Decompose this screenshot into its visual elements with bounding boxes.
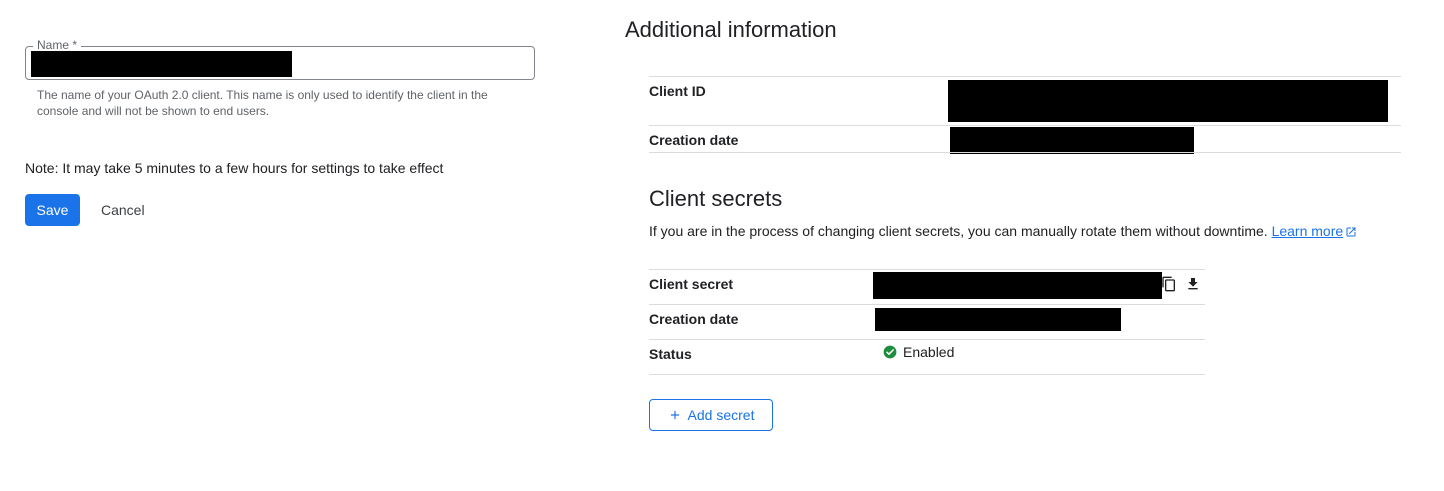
- save-button[interactable]: Save: [25, 194, 80, 226]
- client-secrets-title: Client secrets: [649, 186, 783, 211]
- divider: [649, 339, 1205, 340]
- external-link-icon: [1346, 227, 1356, 237]
- settings-note: Note: It may take 5 minutes to a few hou…: [25, 160, 444, 176]
- divider: [649, 374, 1205, 375]
- name-hint: The name of your OAuth 2.0 client. This …: [37, 88, 488, 118]
- creation-date-label: Creation date: [649, 132, 739, 148]
- creation-date-value-redacted: [950, 127, 1194, 154]
- client-id-label: Client ID: [649, 83, 706, 99]
- plus-icon: [670, 410, 679, 420]
- client-secrets-description-text: If you are in the process of changing cl…: [649, 223, 1268, 239]
- client-id-value-redacted: [948, 80, 1388, 122]
- status-label: Status: [649, 346, 692, 362]
- divider: [649, 152, 1401, 153]
- divider: [649, 269, 1205, 270]
- secret-creation-date-label: Creation date: [649, 311, 739, 327]
- learn-more-label: Learn more: [1271, 223, 1344, 239]
- learn-more-link[interactable]: Learn more: [1272, 223, 1358, 239]
- name-field-label: Name *: [33, 38, 82, 52]
- secret-creation-date-value-redacted: [875, 308, 1121, 331]
- copy-icon[interactable]: [1159, 274, 1179, 294]
- client-secret-value-redacted: [873, 272, 1162, 299]
- status-value-text: Enabled: [903, 344, 955, 360]
- cancel-button[interactable]: Cancel: [92, 194, 154, 226]
- divider: [649, 304, 1205, 305]
- divider: [649, 76, 1401, 77]
- download-icon[interactable]: [1183, 274, 1203, 294]
- status-value: Enabled: [883, 344, 954, 360]
- additional-info-title: Additional information: [625, 17, 837, 42]
- check-circle-icon: [883, 345, 897, 359]
- name-value-redacted[interactable]: [31, 51, 292, 77]
- add-secret-button[interactable]: Add secret: [649, 399, 773, 431]
- add-secret-label: Add secret: [687, 407, 755, 423]
- client-secret-label: Client secret: [649, 276, 734, 292]
- client-secrets-description: If you are in the process of changing cl…: [649, 222, 1357, 240]
- divider: [649, 125, 1401, 126]
